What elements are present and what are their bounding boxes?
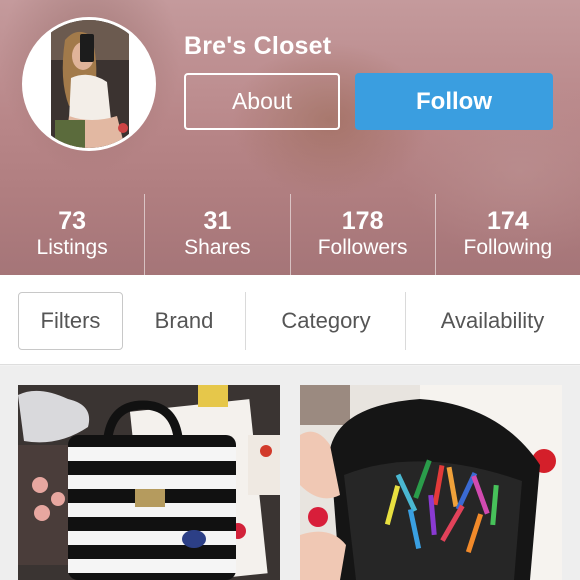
follow-button[interactable]: Follow	[355, 73, 553, 130]
stat-followers[interactable]: 178 Followers	[289, 194, 435, 275]
listings-grid	[0, 366, 580, 580]
stat-value: 178	[341, 207, 384, 235]
filter-divider	[245, 292, 246, 350]
listing-item[interactable]	[300, 385, 562, 580]
stat-shares[interactable]: 31 Shares	[144, 194, 289, 275]
stat-label: Shares	[184, 236, 251, 259]
stat-value: 174	[487, 207, 529, 235]
brand-filter[interactable]: Brand	[128, 292, 240, 350]
availability-filter[interactable]: Availability	[410, 292, 575, 350]
filter-bar: Filters Brand Category Availability	[0, 275, 580, 365]
stat-following[interactable]: 174 Following	[434, 194, 580, 275]
about-button[interactable]: About	[184, 73, 340, 130]
stat-value: 73	[58, 207, 87, 235]
shop-name: Bre's Closet	[184, 32, 332, 60]
stat-label: Listings	[36, 236, 108, 259]
stat-label: Followers	[317, 236, 408, 259]
avatar[interactable]	[22, 17, 156, 151]
avatar-photo	[25, 20, 153, 148]
listing-photo	[18, 385, 280, 580]
category-filter[interactable]: Category	[250, 292, 402, 350]
filters-button[interactable]: Filters	[18, 292, 123, 350]
profile-header: Bre's Closet About Follow 73 Listings 31…	[0, 0, 580, 275]
listing-item[interactable]	[18, 385, 280, 580]
profile-stats: 73 Listings 31 Shares 178 Followers 174 …	[0, 194, 580, 275]
filter-divider	[405, 292, 406, 350]
stat-listings[interactable]: 73 Listings	[0, 194, 144, 275]
listing-photo	[300, 385, 562, 580]
stat-value: 31	[203, 207, 232, 235]
stat-label: Following	[463, 236, 553, 259]
